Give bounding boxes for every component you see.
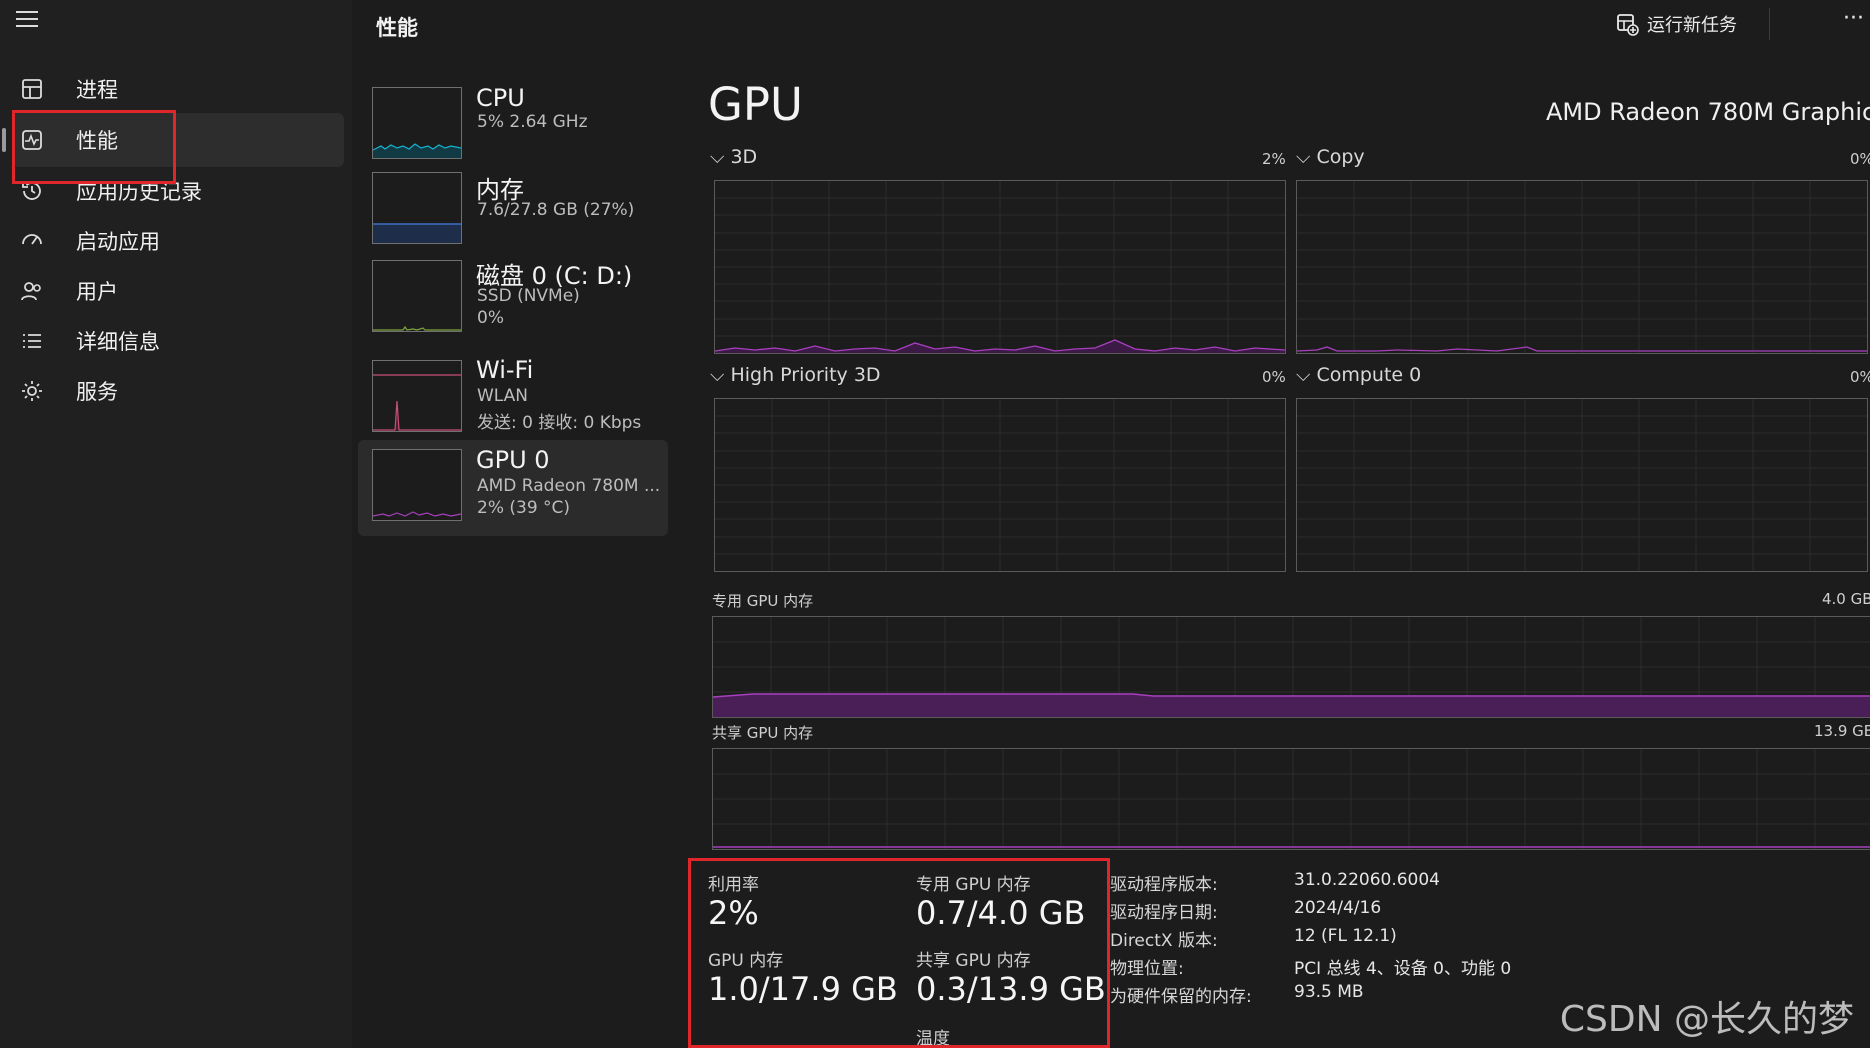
device-item-cpu[interactable]: CPU 5% 2.64 GHz: [358, 74, 668, 170]
device-detail: 5% 2.64 GHz: [477, 112, 588, 132]
new-task-icon: [1615, 12, 1639, 36]
gpu-detail-panel: GPU AMD Radeon 780M Graphics ⌵ 3D 2% ⌵ C…: [678, 58, 1870, 1048]
disk-thumbnail-graph: [372, 260, 462, 332]
info-key-hardware-reserved-memory: 为硬件保留的内存:: [1110, 987, 1252, 1007]
graph-high-priority-3d: [714, 398, 1286, 572]
info-key-driver-version: 驱动程序版本:: [1110, 875, 1218, 895]
title-bar: 性能 运行新任务 ···: [352, 0, 1870, 59]
info-value-driver-version: 31.0.22060.6004: [1294, 870, 1441, 890]
info-value-directx-version: 12 (FL 12.1): [1294, 926, 1397, 946]
info-value-physical-location: PCI 总线 4、设备 0、功能 0: [1294, 959, 1512, 979]
device-name: CPU: [476, 84, 525, 112]
memory-thumbnail-graph: [372, 172, 462, 244]
startup-apps-icon: [14, 229, 50, 253]
users-icon: [14, 279, 50, 303]
engine-percent: 0%: [1850, 368, 1870, 386]
nav-item-services[interactable]: 服务: [12, 364, 344, 418]
wifi-thumbnail-graph: [372, 360, 462, 432]
device-item-disk[interactable]: 磁盘 0 (C: D:) SSD (NVMe) 0%: [358, 250, 668, 346]
info-key-directx-version: DirectX 版本:: [1110, 931, 1218, 951]
graph-3d: [714, 180, 1286, 354]
highlight-annotation: [688, 858, 1110, 1048]
engine-label: 3D: [730, 146, 758, 168]
device-detail: 2% (39 °C): [477, 498, 571, 518]
nav-item-processes[interactable]: 进程: [12, 62, 344, 116]
device-detail: 0%: [477, 308, 504, 328]
nav-item-startup-apps[interactable]: 启动应用: [12, 214, 344, 268]
page-title: 性能: [376, 16, 418, 40]
highlight-annotation: [12, 110, 176, 184]
engine-selector-compute-0[interactable]: ⌵ Compute 0: [1296, 364, 1421, 386]
gpu-title: GPU: [708, 78, 803, 131]
services-icon: [14, 379, 50, 403]
shared-gpu-memory-label: 共享 GPU 内存: [712, 724, 814, 742]
engine-selector-high-priority-3d[interactable]: ⌵ High Priority 3D: [710, 364, 881, 386]
device-list: CPU 5% 2.64 GHz 内存 7.6/27.8 GB (27%) 磁盘 …: [352, 58, 678, 1048]
nav-label: 详细信息: [76, 330, 160, 354]
hamburger-menu-icon[interactable]: [14, 8, 40, 30]
info-key-physical-location: 物理位置:: [1110, 959, 1184, 979]
info-value-driver-date: 2024/4/16: [1294, 898, 1382, 918]
gpu-model-name: AMD Radeon 780M Graphics: [1546, 98, 1870, 126]
cpu-thumbnail-graph: [372, 87, 462, 159]
processes-icon: [14, 78, 50, 100]
engine-label: Copy: [1316, 146, 1365, 168]
device-name: GPU 0: [476, 446, 550, 474]
nav-label: 用户: [76, 280, 118, 304]
dedicated-gpu-memory-graph: [712, 616, 1870, 718]
graph-copy: [1296, 180, 1868, 354]
engine-selector-3d[interactable]: ⌵ 3D: [710, 146, 757, 168]
engine-percent: 2%: [1262, 150, 1286, 168]
device-detail: 发送: 0 接收: 0 Kbps: [477, 413, 642, 433]
shared-gpu-memory-max: 13.9 GB: [1814, 722, 1870, 740]
device-name: Wi-Fi: [476, 356, 534, 384]
engine-label: High Priority 3D: [730, 364, 881, 386]
left-navigation: 进程 性能 应用历史记录 启动应用 用户 详细信息 服务: [0, 0, 352, 1048]
run-new-task-button[interactable]: 运行新任务: [1615, 8, 1770, 40]
device-detail: AMD Radeon 780M ...: [477, 476, 661, 496]
gpu-thumbnail-graph: [372, 449, 462, 521]
nav-label: 进程: [76, 78, 118, 102]
more-options-button[interactable]: ···: [1843, 6, 1864, 31]
shared-gpu-memory-graph: [712, 748, 1870, 850]
nav-label: 启动应用: [76, 230, 160, 254]
graph-compute-0: [1296, 398, 1868, 572]
device-detail: SSD (NVMe): [477, 286, 580, 306]
info-key-driver-date: 驱动程序日期:: [1110, 903, 1218, 923]
device-detail: 7.6/27.8 GB (27%): [477, 200, 635, 220]
engine-percent: 0%: [1262, 368, 1286, 386]
engine-selector-copy[interactable]: ⌵ Copy: [1296, 146, 1365, 168]
device-item-wifi[interactable]: Wi-Fi WLAN 发送: 0 接收: 0 Kbps: [358, 350, 668, 446]
dedicated-gpu-memory-label: 专用 GPU 内存: [712, 592, 814, 610]
dedicated-gpu-memory-max: 4.0 GB: [1822, 590, 1870, 608]
engine-label: Compute 0: [1316, 364, 1422, 386]
nav-item-users[interactable]: 用户: [12, 264, 344, 318]
divider: [1769, 8, 1770, 40]
device-detail: WLAN: [477, 386, 529, 406]
nav-label: 服务: [76, 380, 118, 404]
run-new-task-label: 运行新任务: [1647, 15, 1737, 36]
device-item-memory[interactable]: 内存 7.6/27.8 GB (27%): [358, 162, 668, 258]
selection-indicator: [2, 128, 6, 152]
nav-item-details[interactable]: 详细信息: [12, 314, 344, 368]
details-icon: [14, 329, 50, 353]
device-item-gpu[interactable]: GPU 0 AMD Radeon 780M ... 2% (39 °C): [358, 440, 668, 536]
engine-percent: 0%: [1850, 150, 1870, 168]
watermark: CSDN @长久的梦: [1559, 999, 1854, 1040]
info-value-hardware-reserved-memory: 93.5 MB: [1294, 982, 1364, 1002]
